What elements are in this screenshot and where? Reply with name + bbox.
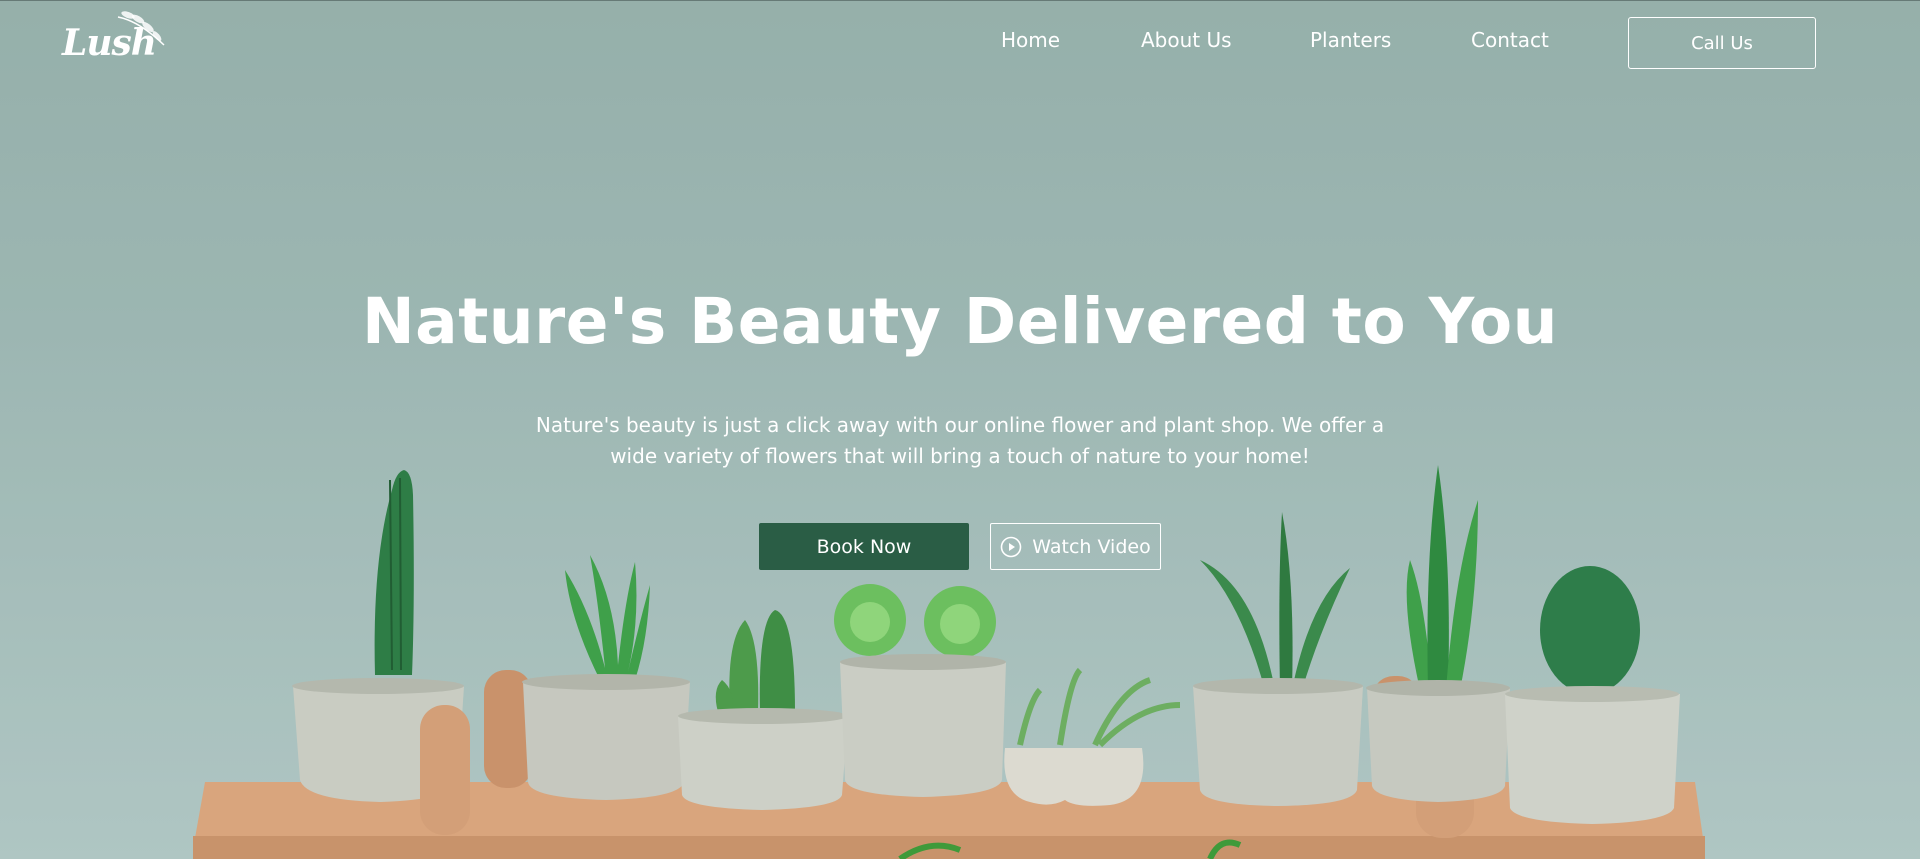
watch-video-button[interactable]: Watch Video <box>990 523 1161 570</box>
nav-about-link[interactable]: About Us <box>1141 28 1232 52</box>
hero-title: Nature's Beauty Delivered to You <box>361 285 1559 358</box>
call-us-button[interactable]: Call Us <box>1628 17 1816 69</box>
hero-section: Lush Home About Us Planters Contact Call… <box>0 0 1920 859</box>
nav-home-link[interactable]: Home <box>1001 28 1060 52</box>
nav-planters-link[interactable]: Planters <box>1310 28 1391 52</box>
nav-contact-link[interactable]: Contact <box>1471 28 1549 52</box>
play-circle-icon <box>1000 536 1022 558</box>
watch-video-label: Watch Video <box>1032 535 1151 558</box>
book-now-button[interactable]: Book Now <box>759 523 969 570</box>
hero-subtitle: Nature's beauty is just a click away wit… <box>535 413 1385 468</box>
